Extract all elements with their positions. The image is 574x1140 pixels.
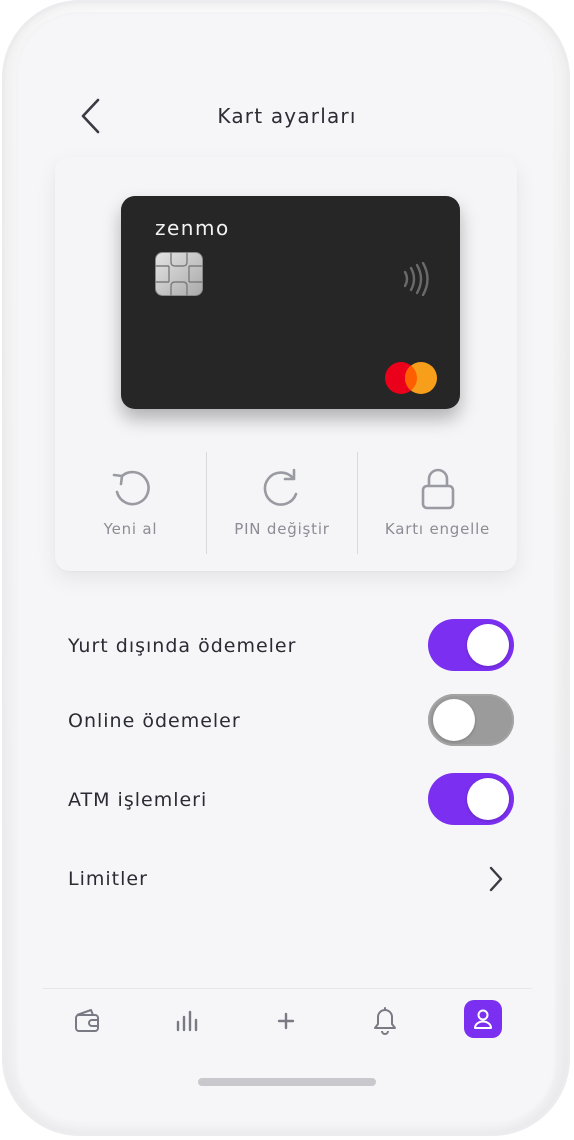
refresh-icon (112, 470, 150, 506)
action-label: PIN değiştir (234, 520, 330, 538)
new-card-button[interactable]: Yeni al (55, 450, 206, 556)
action-label: Yeni al (103, 520, 158, 538)
nav-wallet[interactable] (67, 1001, 107, 1041)
setting-foreign-payments[interactable]: Yurt dışında ödemeler (68, 619, 514, 675)
foreign-payments-toggle[interactable] (428, 619, 514, 671)
page-title: Kart ayarları (217, 104, 357, 128)
nav-stats[interactable] (167, 1001, 207, 1041)
toggle-knob (467, 624, 509, 666)
wallet-icon (75, 1009, 99, 1032)
setting-label: Online ödemeler (68, 710, 241, 732)
rotate-icon (263, 468, 298, 506)
block-card-button[interactable]: Kartı engelle (358, 450, 517, 556)
plus-icon (277, 1012, 295, 1030)
bottom-nav (42, 988, 532, 1061)
nav-profile[interactable] (464, 1000, 502, 1038)
setting-atm-transactions[interactable]: ATM işlemleri (68, 773, 514, 829)
chip-icon (155, 252, 203, 296)
nav-notifications[interactable] (365, 1001, 405, 1041)
toggle-knob (467, 778, 509, 820)
card-actions: Yeni al PIN değiştir Kartı engelle (55, 450, 517, 556)
stats-icon (176, 1010, 198, 1032)
chevron-right-icon (489, 866, 503, 892)
contactless-icon (403, 262, 429, 296)
atm-transactions-toggle[interactable] (428, 773, 514, 825)
action-label: Kartı engelle (384, 520, 491, 538)
setting-label: ATM işlemleri (68, 789, 208, 811)
setting-label: Yurt dışında ödemeler (68, 635, 297, 657)
lock-icon (421, 468, 454, 510)
online-payments-toggle[interactable] (428, 694, 514, 746)
profile-icon (474, 1009, 492, 1029)
change-pin-button[interactable]: PIN değiştir (207, 450, 357, 556)
home-indicator (198, 1078, 376, 1086)
toggle-knob (433, 699, 475, 741)
setting-online-payments[interactable]: Online ödemeler (68, 694, 514, 750)
card-brand: zenmo (155, 216, 230, 240)
limits-row[interactable]: Limitler (68, 852, 514, 908)
nav-add[interactable] (266, 1001, 306, 1041)
limits-label: Limitler (68, 868, 148, 890)
mastercard-logo (385, 362, 437, 394)
bank-card[interactable]: zenmo (121, 196, 460, 409)
bell-icon (374, 1007, 396, 1035)
